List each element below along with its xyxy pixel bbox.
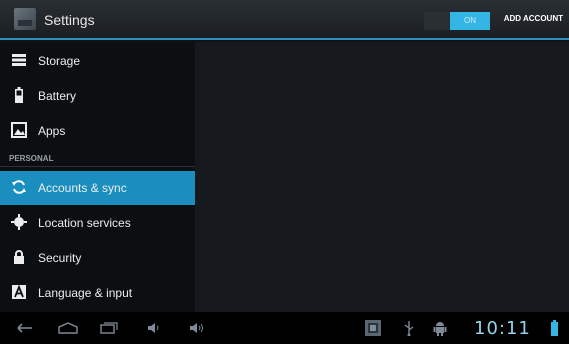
recent-apps-icon[interactable] — [100, 322, 118, 337]
sidebar-item-label: Location services — [38, 216, 131, 230]
sidebar-item-language-input[interactable]: Language & input — [0, 276, 195, 310]
volume-down-icon[interactable] — [146, 322, 162, 337]
apps-icon — [11, 122, 27, 138]
sync-icon — [11, 179, 27, 195]
section-divider — [0, 166, 195, 167]
storage-icon — [11, 52, 27, 68]
page-title: Settings — [44, 12, 95, 28]
add-account-button[interactable]: ADD ACCOUNT — [504, 14, 563, 23]
tablet-screen: Settings ON ADD ACCOUNT Storage Battery … — [0, 0, 569, 344]
screenshot-notification-icon[interactable] — [364, 319, 382, 340]
sidebar-item-label: Apps — [38, 124, 66, 138]
settings-app-icon[interactable] — [14, 8, 36, 30]
sidebar-item-label: Language & input — [38, 286, 133, 300]
language-icon — [11, 284, 27, 300]
lock-icon — [11, 249, 27, 265]
status-clock[interactable]: 10:11 — [474, 318, 531, 339]
battery-icon — [11, 87, 27, 103]
sidebar-item-location-services[interactable]: Location services — [0, 206, 195, 240]
sidebar-item-label: Security — [38, 251, 82, 265]
sidebar-item-security[interactable]: Security — [0, 241, 195, 275]
toggle-on-label: ON — [450, 12, 490, 30]
volume-up-icon[interactable] — [188, 322, 206, 337]
sidebar-item-label: Battery — [38, 89, 77, 103]
sidebar-item-apps[interactable]: Apps — [0, 114, 195, 148]
settings-sidebar: Storage Battery Apps PERSONAL Accounts &… — [0, 42, 195, 312]
sidebar-item-storage[interactable]: Storage — [0, 44, 195, 78]
back-icon[interactable] — [16, 322, 34, 337]
home-icon[interactable] — [58, 322, 78, 337]
action-bar: Settings ON ADD ACCOUNT — [0, 0, 569, 40]
battery-status-icon — [551, 320, 558, 336]
system-bar: 10:11 — [0, 312, 569, 344]
sidebar-item-label: Accounts & sync — [38, 181, 127, 195]
usb-icon — [403, 320, 415, 339]
android-debug-icon — [433, 320, 447, 339]
sidebar-item-accounts-sync[interactable]: Accounts & sync — [0, 171, 195, 205]
section-header-personal: PERSONAL — [9, 154, 54, 163]
detail-pane — [195, 42, 569, 312]
sidebar-item-battery[interactable]: Battery — [0, 79, 195, 113]
location-icon — [11, 214, 27, 230]
sidebar-item-label: Storage — [38, 54, 81, 68]
sync-toggle[interactable]: ON — [424, 12, 490, 30]
